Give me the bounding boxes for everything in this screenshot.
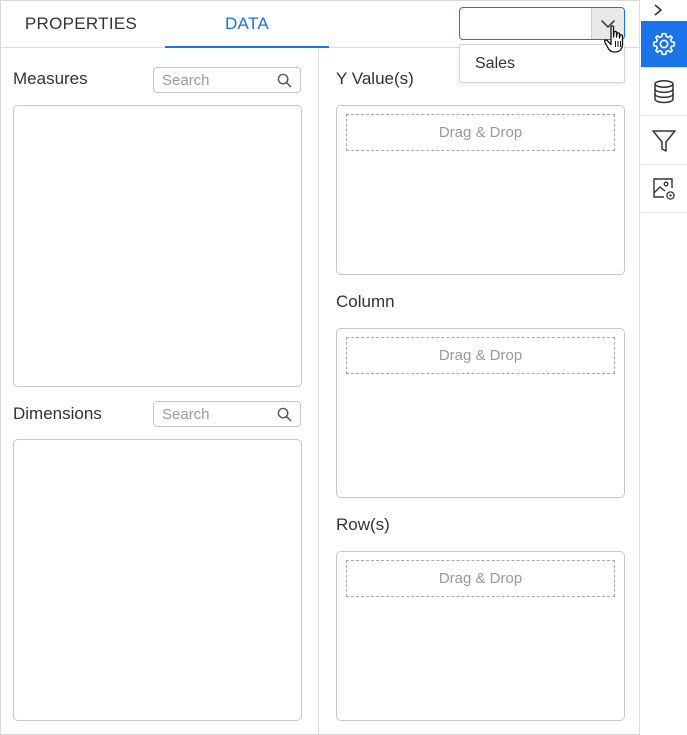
dimensions-list[interactable] — [13, 439, 302, 721]
measures-search-input[interactable]: Search — [153, 67, 301, 93]
y-values-title: Y Value(s) — [336, 69, 414, 88]
collapse-button[interactable] — [648, 0, 668, 20]
side-icon-bar — [639, 0, 687, 735]
rows-dropzone[interactable]: Drag & Drop — [346, 560, 615, 597]
chevron-right-icon — [654, 4, 662, 16]
filter-button[interactable] — [641, 118, 687, 165]
column-dropzone[interactable]: Drag & Drop — [346, 337, 615, 374]
column-divider — [318, 48, 319, 735]
y-values-well[interactable]: Drag & Drop — [336, 105, 625, 275]
measures-search-placeholder: Search — [162, 72, 210, 89]
rows-well[interactable]: Drag & Drop — [336, 551, 625, 721]
gear-icon — [652, 32, 676, 56]
search-icon[interactable] — [277, 407, 292, 422]
settings-button[interactable] — [641, 21, 687, 68]
data-source-button[interactable] — [641, 69, 687, 116]
column-well[interactable]: Drag & Drop — [336, 328, 625, 498]
y-values-dropzone[interactable]: Drag & Drop — [346, 114, 615, 151]
image-settings-icon — [653, 178, 675, 200]
dropdown-popup: Sales — [459, 44, 625, 83]
dimensions-search-placeholder: Search — [162, 406, 210, 423]
measures-list[interactable] — [13, 105, 302, 387]
dimensions-search-input[interactable]: Search — [153, 401, 301, 427]
image-settings-button[interactable] — [641, 166, 687, 213]
rows-title: Row(s) — [336, 515, 390, 534]
tab-data[interactable]: DATA — [165, 1, 329, 48]
filter-icon — [652, 130, 676, 152]
measures-title: Measures — [13, 69, 88, 88]
hand-cursor-icon — [603, 25, 624, 53]
tab-properties[interactable]: PROPERTIES — [1, 1, 161, 47]
search-icon[interactable] — [277, 73, 292, 88]
data-source-dropdown[interactable] — [459, 7, 625, 40]
properties-panel: PROPERTIES DATA Measures Search Dimensio… — [0, 0, 640, 735]
column-title: Column — [336, 292, 395, 311]
database-icon — [654, 80, 674, 104]
dropdown-option-sales[interactable]: Sales — [475, 55, 515, 73]
dimensions-title: Dimensions — [13, 404, 102, 423]
